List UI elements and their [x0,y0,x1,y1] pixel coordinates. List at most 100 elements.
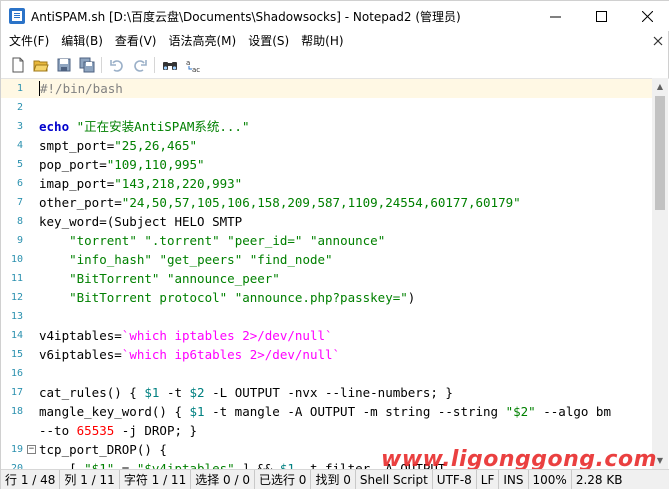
menu-file[interactable]: 文件(F) [3,31,55,51]
fold-toggle-icon[interactable]: − [27,445,36,454]
line-number: 9 [16,235,23,246]
window-controls [532,1,669,31]
status-zoom[interactable]: 100% [529,469,572,489]
code-line[interactable]: 6 imap_port="143,218,220,993" [1,174,654,193]
code-line[interactable]: 9 "torrent" ".torrent" "peer_id=" "annou… [1,231,654,250]
code-text: "BitTorrent protocol" "announce.php?pass… [39,288,415,307]
code-token: $1 [279,461,295,469]
code-token: "BitTorrent" [69,271,160,286]
code-token: $1 [189,404,205,419]
status-eol[interactable]: LF [477,469,500,489]
code-token: -L OUTPUT -nvx --line-numbers; } [204,385,453,400]
code-text: "BitTorrent" "announce_peer" [39,269,280,288]
save-all-button[interactable] [75,54,98,76]
code-text: key_word=(Subject HELO SMTP [39,212,242,231]
code-token: "announce" [309,233,386,248]
code-line[interactable]: 16 [1,364,654,383]
open-folder-icon [32,60,49,72]
status-bar: 行 1 / 48 列 1 / 11 字符 1 / 11 选择 0 / 0 已选行… [1,469,669,489]
code-line[interactable]: 13 [1,307,654,326]
line-number: 19 [10,444,23,455]
code-line[interactable]: 15 v6iptables=`which ip6tables 2>/dev/nul… [1,345,654,364]
code-text: v6iptables=`which ip6tables 2>/dev/null` [39,345,340,364]
redo-button[interactable] [128,54,151,76]
status-char: 字符 1 / 11 [120,469,192,489]
code-text: v4iptables=`which iptables 2>/dev/null` [39,326,333,345]
code-token: cat_rules() { [39,385,145,400]
code-line[interactable]: 4 smpt_port="25,26,465" [1,136,654,155]
code-line[interactable]: 7 other_port="24,50,57,105,106,158,209,58… [1,193,654,212]
code-token: --algo bm [535,404,611,419]
code-token: --to [39,423,77,438]
code-token: ) [407,290,416,305]
line-number: 3 [16,121,23,132]
code-token: "announce.php?passkey=" [234,290,408,305]
code-text: pop_port="109,110,995" [39,155,205,174]
code-line[interactable]: 18 mangle_key_word() { $1 -t mangle -A OU… [1,402,654,421]
maximize-button[interactable] [578,1,624,31]
code-token: "find_node" [249,252,333,267]
code-line[interactable]: --to 65535 -j DROP; } [1,421,654,440]
notepad2-window: AntiSPAM.sh [D:\百度云盘\Documents\Shadowsoc… [0,0,669,489]
line-number: 17 [10,387,23,398]
minimize-icon [549,16,561,17]
status-encoding[interactable]: UTF-8 [433,469,477,489]
open-button[interactable] [29,54,52,76]
line-number: 11 [10,273,23,284]
code-editor[interactable]: 1 #!/bin/bash 2 3 echo "正在安装AntiSPAM系统..." 4 s… [1,78,669,469]
replace-button[interactable]: a ac [181,54,204,76]
code-token: key_word=(Subject HELO SMTP [39,214,243,229]
code-line[interactable]: 2 [1,98,654,117]
line-number: 4 [16,140,23,151]
code-token: "$1" [84,461,115,469]
code-lines: 1 #!/bin/bash 2 3 echo "正在安装AntiSPAM系统..." 4 s… [1,79,654,469]
line-number: 10 [10,254,23,265]
code-token: "info_hash" [69,252,152,267]
menu-help[interactable]: 帮助(H) [295,31,349,51]
code-line[interactable]: 14 v4iptables=`which iptables 2>/dev/null… [1,326,654,345]
vertical-scrollbar[interactable]: ▲ ▼ [652,78,668,469]
code-text: tcp_port_DROP() { [39,440,167,459]
menu-syntax[interactable]: 语法高亮(M) [162,31,242,51]
code-line[interactable]: 8 key_word=(Subject HELO SMTP [1,212,654,231]
find-icon [162,62,177,70]
close-button[interactable] [624,1,669,31]
scroll-up-arrow-icon[interactable]: ▲ [652,78,668,95]
title-bar[interactable]: AntiSPAM.sh [D:\百度云盘\Documents\Shadowsoc… [1,1,669,31]
line-number: 2 [16,102,23,113]
menu-close-icon[interactable] [652,34,664,48]
status-insert-mode[interactable]: INS [499,469,529,489]
save-all-icon [79,57,94,73]
code-line[interactable]: 17 cat_rules() { $1 -t $2 -L OUTPUT -nvx … [1,383,654,402]
code-line[interactable]: 5 pop_port="109,110,995" [1,155,654,174]
line-number: 12 [10,292,23,303]
status-found: 找到 0 [311,469,356,489]
menu-settings[interactable]: 设置(S) [242,31,295,51]
line-number: 6 [16,178,23,189]
code-line[interactable]: 12 "BitTorrent protocol" "announce.php?p… [1,288,654,307]
code-line[interactable]: 3 echo "正在安装AntiSPAM系统..." [1,117,654,136]
code-line[interactable]: 1 #!/bin/bash [1,79,654,98]
status-syntax[interactable]: Shell Script [356,469,433,489]
menu-view[interactable]: 查看(V) [109,31,163,51]
scrollbar-thumb[interactable] [655,96,665,210]
status-file-size: 2.28 KB [575,472,623,487]
new-file-button[interactable] [6,54,29,76]
code-text: cat_rules() { $1 -t $2 -L OUTPUT -nvx --… [39,383,453,402]
menu-edit[interactable]: 编辑(B) [55,31,109,51]
line-number: 20 [10,463,23,469]
code-line[interactable]: 11 "BitTorrent" "announce_peer" [1,269,654,288]
new-file-icon [12,57,23,73]
save-button[interactable] [52,54,75,76]
line-number: 5 [16,159,23,170]
code-token: v6iptables= [39,347,122,362]
minimize-button[interactable] [532,1,578,31]
code-text: mangle_key_word() { $1 -t mangle -A OUTP… [39,402,611,421]
find-button[interactable] [158,54,181,76]
code-line[interactable]: 10 "info_hash" "get_peers" "find_node" [1,250,654,269]
undo-button[interactable] [105,54,128,76]
